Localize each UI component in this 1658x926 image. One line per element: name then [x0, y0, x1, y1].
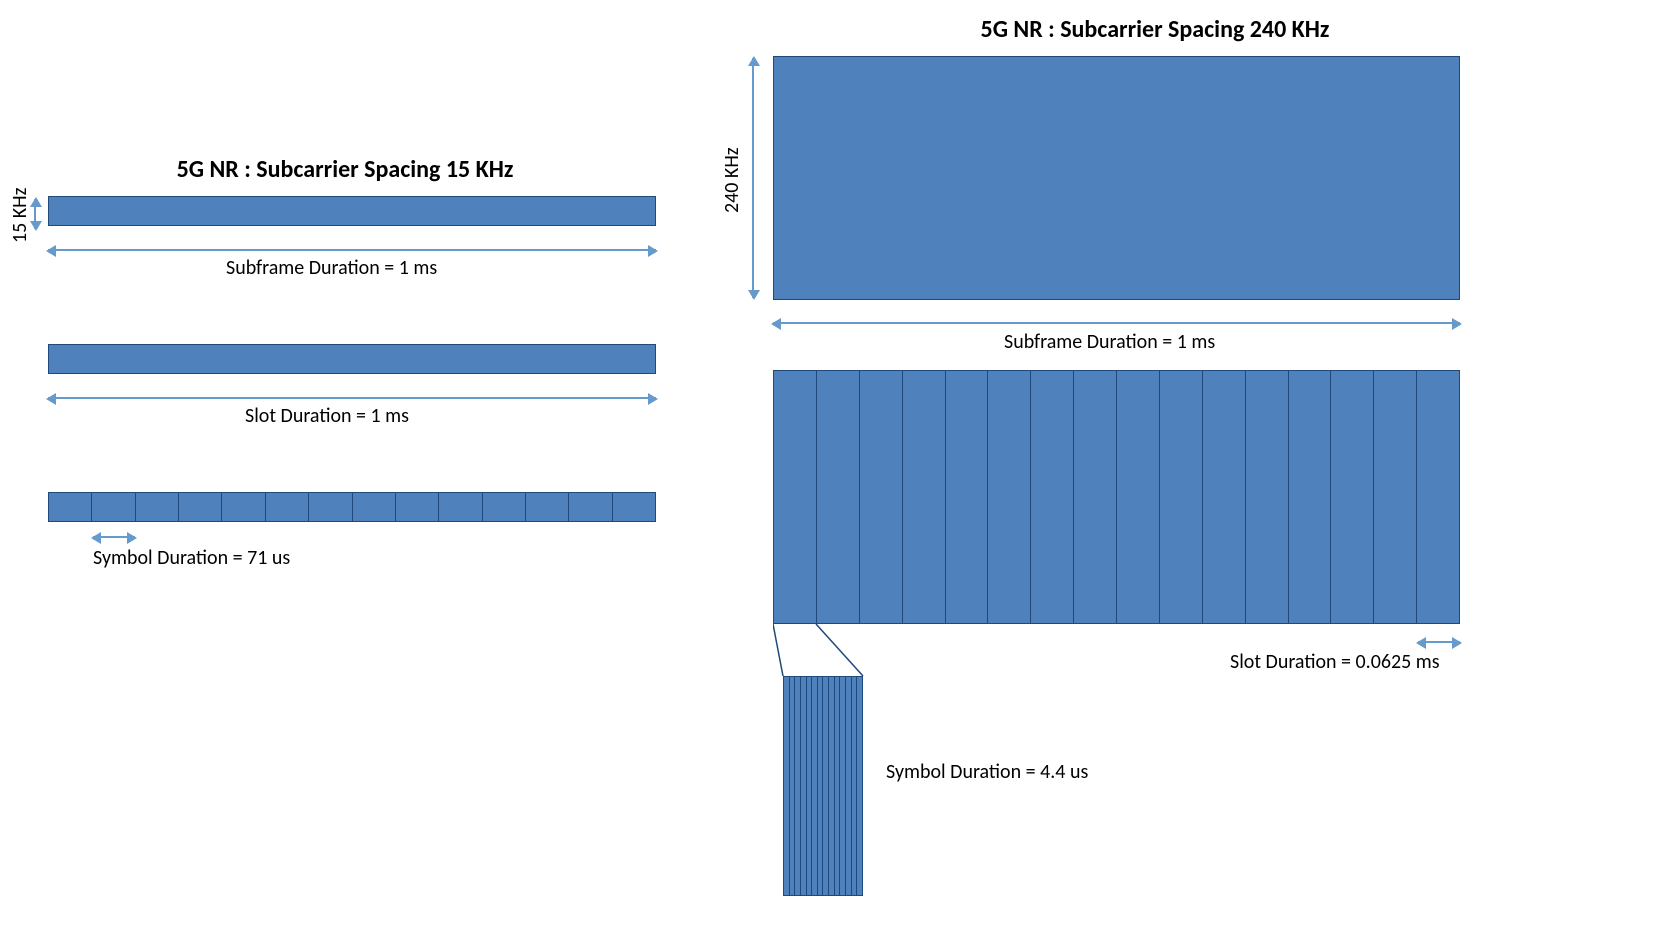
- left-symbols-cell: [308, 493, 351, 521]
- right-slots-cell: [774, 371, 816, 623]
- right-freq-label: 240 KHz: [720, 120, 744, 240]
- right-symbol-label: Symbol Duration = 4.4 us: [886, 760, 1088, 784]
- right-slots-cell: [859, 371, 902, 623]
- right-slots-cell: [1330, 371, 1373, 623]
- right-slots-block: [773, 370, 1460, 624]
- right-slots-cell: [1202, 371, 1245, 623]
- right-slots-cell: [1373, 371, 1416, 623]
- left-symbols-cell: [568, 493, 611, 521]
- left-symbol-label: Symbol Duration = 71 us: [93, 546, 290, 570]
- right-subframe-label: Subframe Duration = 1 ms: [1004, 330, 1215, 354]
- right-subframe-arrow: [773, 322, 1460, 324]
- right-freq-arrow: [752, 58, 754, 298]
- left-symbols-cell: [91, 493, 134, 521]
- right-symbols-block: [783, 676, 863, 896]
- left-symbols-cell: [178, 493, 221, 521]
- right-slots-cell: [1159, 371, 1202, 623]
- left-subframe-block: [48, 196, 656, 226]
- right-slots-cell: [1073, 371, 1116, 623]
- left-symbols-cell: [265, 493, 308, 521]
- left-symbol-arrow: [93, 536, 135, 538]
- zoom-lines: [773, 624, 973, 676]
- right-subframe-block: [773, 56, 1460, 300]
- left-slot-arrow: [48, 397, 656, 399]
- right-slots-cell: [945, 371, 988, 623]
- left-slot-block: [48, 344, 656, 374]
- left-symbols-cell: [352, 493, 395, 521]
- right-slots-cell: [1245, 371, 1288, 623]
- left-symbols-cell: [525, 493, 568, 521]
- left-symbols-cell: [49, 493, 91, 521]
- diagram-canvas: 5G NR : Subcarrier Spacing 15 KHz 15 KHz…: [0, 0, 1658, 926]
- left-symbols-cell: [395, 493, 438, 521]
- right-slots-cell: [1030, 371, 1073, 623]
- right-slots-cell: [902, 371, 945, 623]
- right-slots-cell: [1416, 371, 1459, 623]
- left-subframe-label: Subframe Duration = 1 ms: [226, 256, 437, 280]
- right-title: 5G NR : Subcarrier Spacing 240 KHz: [830, 15, 1480, 44]
- left-symbols-cell: [135, 493, 178, 521]
- left-subframe-arrow: [48, 249, 656, 251]
- left-freq-arrow: [34, 199, 36, 229]
- right-slots-cell: [1116, 371, 1159, 623]
- left-symbols-cell: [221, 493, 264, 521]
- right-slot-arrow: [1418, 641, 1460, 643]
- right-slot-label: Slot Duration = 0.0625 ms: [1230, 650, 1440, 674]
- left-freq-label: 15 KHz: [8, 180, 32, 250]
- right-slots-cell: [987, 371, 1030, 623]
- left-symbols-cell: [612, 493, 655, 521]
- left-title: 5G NR : Subcarrier Spacing 15 KHz: [130, 155, 560, 184]
- left-symbols-cell: [482, 493, 525, 521]
- right-slots-cell: [816, 371, 859, 623]
- left-symbols-block: [48, 492, 656, 522]
- left-slot-label: Slot Duration = 1 ms: [245, 404, 409, 428]
- right-slots-cell: [1288, 371, 1331, 623]
- left-symbols-cell: [438, 493, 481, 521]
- right-symbols-cell: [856, 677, 862, 895]
